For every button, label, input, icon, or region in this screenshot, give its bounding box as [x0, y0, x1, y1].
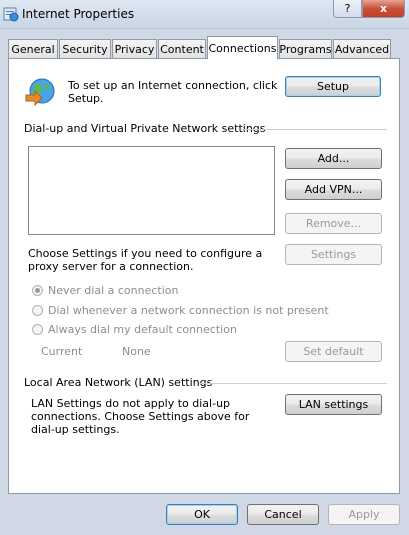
radio-button: [32, 285, 43, 296]
current-label: Current: [41, 345, 83, 358]
current-value: None: [122, 345, 151, 358]
lan-heading: Local Area Network (LAN) settings: [24, 376, 213, 389]
radio-button: [32, 324, 43, 335]
setup-button[interactable]: Setup: [285, 76, 381, 97]
radio-never-dial[interactable]: Never dial a connection: [32, 284, 178, 297]
cancel-button[interactable]: Cancel: [247, 504, 319, 525]
dialup-divider: [241, 129, 387, 130]
tab-content[interactable]: Content: [158, 39, 206, 58]
setup-text: To set up an Internet connection, click …: [68, 79, 278, 105]
close-icon: x: [379, 2, 388, 15]
set-default-button[interactable]: Set default: [285, 341, 382, 362]
radio-button: [32, 305, 43, 316]
window-title: Internet Properties: [22, 7, 135, 21]
dialup-heading: Dial-up and Virtual Private Network sett…: [24, 122, 266, 135]
internet-properties-icon: [3, 7, 19, 22]
tab-security[interactable]: Security: [59, 39, 111, 58]
help-button[interactable]: ?: [333, 0, 362, 18]
tab-general[interactable]: General: [8, 39, 58, 58]
ok-button[interactable]: OK: [166, 504, 238, 525]
tab-programs[interactable]: Programs: [279, 39, 332, 58]
globe-icon: [25, 78, 55, 107]
remove-button[interactable]: Remove...: [285, 213, 382, 234]
settings-button[interactable]: Settings: [285, 244, 382, 265]
apply-button[interactable]: Apply: [328, 504, 400, 525]
add-vpn-button[interactable]: Add VPN...: [285, 179, 382, 200]
tab-advanced[interactable]: Advanced: [333, 39, 391, 58]
radio-dial-whenever[interactable]: Dial whenever a network connection is no…: [32, 304, 329, 317]
connections-list[interactable]: [28, 146, 275, 235]
title-bar[interactable]: Internet Properties ? x: [0, 0, 409, 29]
tab-privacy[interactable]: Privacy: [112, 39, 157, 58]
lan-text: LAN Settings do not apply to dial-up con…: [31, 397, 250, 436]
help-icon: ?: [344, 2, 351, 15]
add-button[interactable]: Add...: [285, 148, 382, 169]
connections-panel: To set up an Internet connection, click …: [8, 58, 400, 494]
tab-connections[interactable]: Connections: [207, 36, 278, 59]
lan-divider: [199, 383, 387, 384]
radio-always-dial[interactable]: Always dial my default connection: [32, 323, 237, 336]
lan-settings-button[interactable]: LAN settings: [285, 394, 382, 415]
close-button[interactable]: x: [362, 0, 405, 18]
proxy-text: Choose Settings if you need to configure…: [28, 247, 263, 273]
